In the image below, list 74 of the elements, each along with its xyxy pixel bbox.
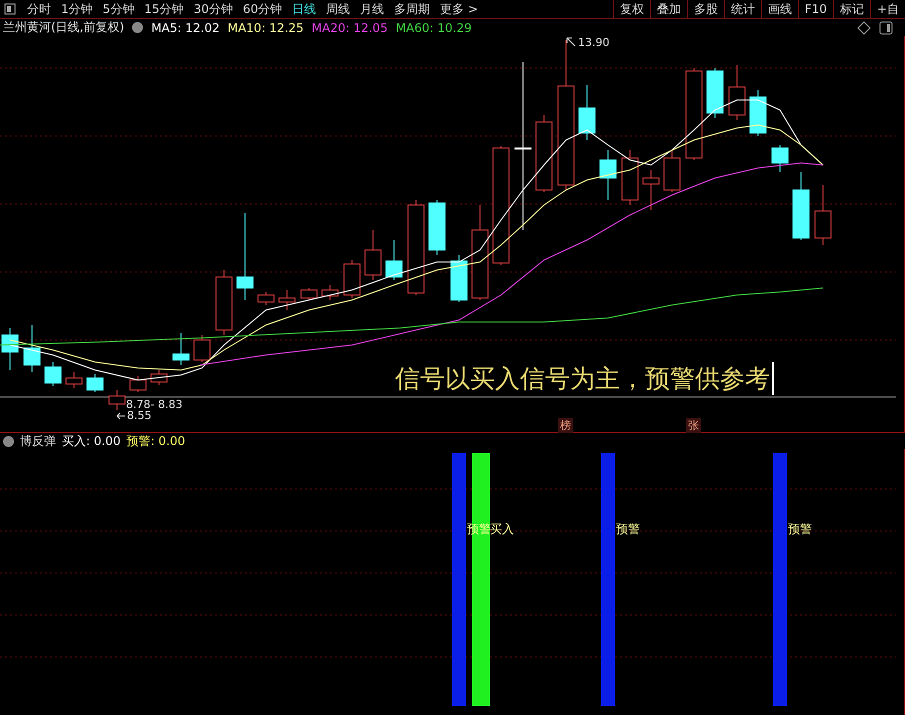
candlestick xyxy=(706,68,724,118)
signal-label: 买入 xyxy=(490,521,514,538)
toolbar-button[interactable]: F10 xyxy=(798,0,833,18)
moving-average-label: MA5: 12.02 xyxy=(151,20,220,34)
period-tab[interactable]: 5分钟 xyxy=(98,0,140,18)
candlestick xyxy=(642,170,660,210)
candlestick xyxy=(364,230,382,280)
toolbar-button[interactable]: 统计 xyxy=(724,0,761,18)
period-tab[interactable]: 月线 xyxy=(355,0,390,18)
toolbar-button[interactable]: 多股 xyxy=(686,0,724,18)
candlestick xyxy=(194,334,210,362)
period-tab[interactable]: 15分钟 xyxy=(139,0,189,18)
candlestick xyxy=(750,90,766,136)
arrow-icon xyxy=(566,37,576,47)
candlestick xyxy=(300,288,318,300)
candlestick xyxy=(578,84,596,140)
candlestick xyxy=(664,150,680,192)
candlestick xyxy=(258,292,274,306)
indicator-value: 预警: 0.00 xyxy=(126,432,186,450)
annotation-text: 信号以买入信号为主，预警供参考 xyxy=(395,362,774,395)
period-tab[interactable]: 更多 > xyxy=(435,0,483,18)
diamond-icon[interactable] xyxy=(857,20,871,34)
toolbar-button[interactable]: 复权 xyxy=(612,0,650,18)
period-tab[interactable]: 多周期 xyxy=(389,0,436,18)
signal-label: 预警 xyxy=(616,521,640,538)
panel-icon[interactable] xyxy=(4,3,16,15)
toolbar-button[interactable]: 叠加 xyxy=(650,0,687,18)
high-price-label: 13.90 xyxy=(578,36,610,49)
toolbar-button[interactable]: 画线 xyxy=(760,0,798,18)
period-tab[interactable]: 60分钟 xyxy=(238,0,288,18)
candlestick xyxy=(130,376,146,392)
low-price-label: 8.55 xyxy=(127,409,152,422)
candlestick xyxy=(108,390,126,410)
toolbar-button[interactable]: +自 xyxy=(870,0,905,18)
candlestick xyxy=(386,240,402,280)
period-tab[interactable]: 分时 xyxy=(22,0,56,18)
indicator-value: 买入: 0.00 xyxy=(62,432,121,450)
dropdown-icon[interactable] xyxy=(132,22,144,33)
candlestick xyxy=(150,370,168,386)
period-tab[interactable]: 30分钟 xyxy=(188,0,238,18)
candlestick xyxy=(278,290,296,310)
event-marker: 榜 xyxy=(558,418,573,433)
candlestick xyxy=(814,184,832,246)
dropdown-icon[interactable] xyxy=(3,436,14,446)
candlestick xyxy=(66,372,82,388)
event-marker: 张 xyxy=(686,418,701,433)
candlestick xyxy=(428,200,446,256)
period-tab[interactable]: 日线 xyxy=(287,0,322,18)
candlestick xyxy=(622,150,638,206)
panel-icon[interactable] xyxy=(879,20,893,34)
low-range-label: 8.78- 8.83 xyxy=(126,398,182,411)
candlestick xyxy=(600,150,616,200)
candlestick xyxy=(450,254,468,302)
candlestick xyxy=(24,324,40,372)
candlestick xyxy=(322,284,338,300)
period-tab[interactable]: 周线 xyxy=(321,0,356,18)
moving-average-label: MA20: 12.05 xyxy=(312,20,388,34)
period-tab[interactable]: 1分钟 xyxy=(56,0,98,18)
stock-title: 兰州黄河(日线,前复权) xyxy=(3,19,124,36)
toolbar-button[interactable]: 标记 xyxy=(832,0,870,18)
arrow-icon xyxy=(116,412,126,420)
moving-average-label: MA60: 10.29 xyxy=(396,20,472,34)
candlestick xyxy=(344,260,360,298)
candlestick xyxy=(792,172,810,240)
signal-label: 预警 xyxy=(788,521,812,538)
candlestick xyxy=(86,374,104,392)
candlestick xyxy=(172,332,190,366)
moving-average-label: MA10: 12.25 xyxy=(228,20,304,34)
candlestick xyxy=(216,270,232,336)
indicator-name: 博反弹 xyxy=(20,432,56,450)
candlestick xyxy=(728,64,746,120)
candlestick xyxy=(772,144,788,172)
candlestick xyxy=(44,362,62,386)
candlestick xyxy=(2,328,18,370)
